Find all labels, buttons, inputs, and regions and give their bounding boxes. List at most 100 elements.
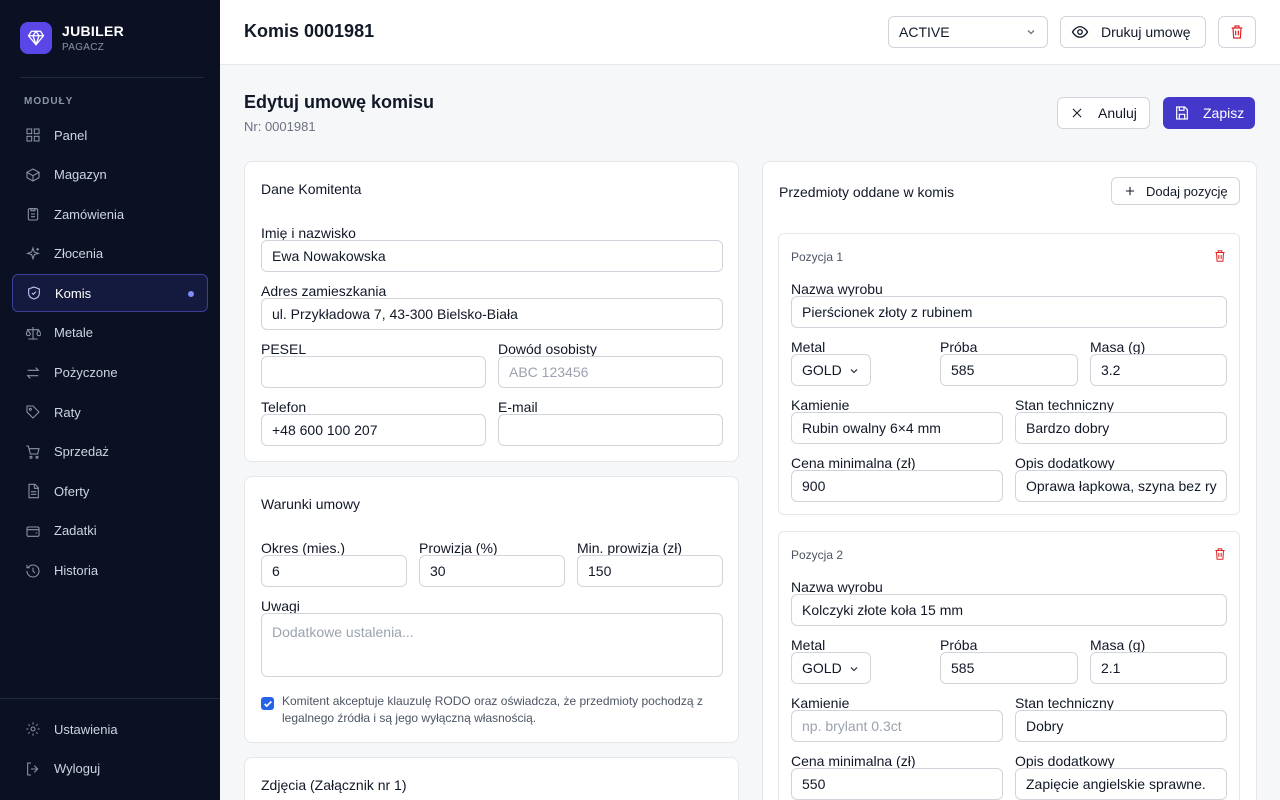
delete-item-button[interactable] xyxy=(1213,547,1227,566)
id-card-label: Dowód osobisty xyxy=(498,341,597,357)
active-indicator-dot xyxy=(188,291,194,298)
metal-select[interactable]: GOLD xyxy=(791,652,871,684)
sidebar-item-zamowienia[interactable]: Zamówienia xyxy=(12,195,208,233)
sidebar-item-oferty[interactable]: Oferty xyxy=(12,472,208,510)
sidebar-item-raty[interactable]: Raty xyxy=(12,393,208,431)
shield-icon xyxy=(28,286,40,300)
email-label: E-mail xyxy=(498,399,538,415)
history-icon xyxy=(26,563,40,578)
delete-item-button[interactable] xyxy=(1213,249,1227,268)
photos-card-title: Zdjęcia (Załącznik nr 1) xyxy=(261,777,407,793)
sidebar-item-sprzedaz[interactable]: Sprzedaż xyxy=(12,433,208,471)
sidebar-nav: Panel Magazyn Zamówienia Złocenia Komis … xyxy=(12,116,208,591)
min-price-field[interactable] xyxy=(791,470,1003,502)
page-title: Edytuj umowę komisu xyxy=(244,92,435,112)
sidebar-divider xyxy=(20,77,204,78)
logout-icon xyxy=(27,762,39,776)
sidebar-item-metale[interactable]: Metale xyxy=(12,314,208,352)
print-contract-button[interactable]: Drukuj umowę xyxy=(1060,16,1206,48)
sidebar-item-label: Historia xyxy=(54,563,99,579)
sidebar-item-label: Magazyn xyxy=(54,167,107,183)
terms-card: Warunki umowy Okres (mies.) Prowizja (%)… xyxy=(244,476,739,743)
chevron-down-icon xyxy=(850,369,858,374)
min-commission-field[interactable] xyxy=(577,555,723,587)
tag-icon xyxy=(26,405,40,419)
sidebar-item-komis[interactable]: Komis xyxy=(12,274,208,313)
document-icon xyxy=(28,484,39,499)
period-field[interactable] xyxy=(261,555,407,587)
brand-name: JUBILER xyxy=(62,23,124,39)
sidebar-item-label: Zadatki xyxy=(54,523,97,539)
extra-description-field[interactable] xyxy=(1015,768,1227,800)
sidebar-item-label: Wyloguj xyxy=(54,761,101,777)
sidebar-item-historia[interactable]: Historia xyxy=(12,552,208,590)
wallet-icon xyxy=(26,526,40,537)
notes-textarea[interactable] xyxy=(261,613,723,677)
save-icon xyxy=(1176,106,1188,120)
item-name-field[interactable] xyxy=(791,594,1227,626)
mass-field[interactable] xyxy=(1090,652,1227,684)
consent-line-1: Komitent akceptuje klauzulę RODO oraz oś… xyxy=(282,694,703,708)
commission-field[interactable] xyxy=(419,555,565,587)
sidebar-item-zlocenia[interactable]: Złocenia xyxy=(12,235,208,273)
save-button[interactable]: Zapisz xyxy=(1163,97,1255,129)
mass-label: Masa (g) xyxy=(1090,339,1146,355)
item-card: Pozycja 1 Nazwa wyrobu Metal GOLD Próba … xyxy=(778,233,1240,515)
add-item-button[interactable]: Dodaj pozycję xyxy=(1111,177,1240,205)
delete-button[interactable] xyxy=(1218,16,1256,48)
address-field[interactable] xyxy=(261,298,723,330)
mass-field[interactable] xyxy=(1090,354,1227,386)
close-icon xyxy=(1072,108,1082,118)
save-label: Zapisz xyxy=(1203,105,1245,121)
photos-card: Zdjęcia (Załącznik nr 1) xyxy=(244,757,739,800)
gear-icon xyxy=(26,722,40,736)
pesel-field[interactable] xyxy=(261,356,486,388)
email-field[interactable] xyxy=(498,414,723,446)
condition-field[interactable] xyxy=(1015,710,1227,742)
min-price-label: Cena minimalna (zł) xyxy=(791,455,916,471)
sidebar-item-pozyczone[interactable]: Pożyczone xyxy=(12,354,208,392)
min-price-field[interactable] xyxy=(791,768,1003,800)
metal-select[interactable]: GOLD xyxy=(791,354,871,386)
name-field[interactable] xyxy=(261,240,723,272)
sidebar-item-ustawienia[interactable]: Ustawienia xyxy=(12,710,208,748)
item-name-field[interactable] xyxy=(791,296,1227,328)
metal-select-value: GOLD xyxy=(802,362,842,378)
chevron-down-icon xyxy=(850,667,858,672)
id-card-field[interactable] xyxy=(498,356,723,388)
sidebar-item-label: Komis xyxy=(55,285,92,301)
sidebar-item-label: Oferty xyxy=(54,483,90,499)
sidebar-item-panel[interactable]: Panel xyxy=(12,116,208,154)
sidebar-item-zadatki[interactable]: Zadatki xyxy=(12,512,208,550)
assay-field[interactable] xyxy=(940,652,1078,684)
stones-field[interactable] xyxy=(791,710,1003,742)
brand: JUBILER PAGACZ xyxy=(20,22,124,54)
stones-label: Kamienie xyxy=(791,397,850,413)
cancel-label: Anuluj xyxy=(1098,105,1137,121)
condition-field[interactable] xyxy=(1015,412,1227,444)
phone-field[interactable] xyxy=(261,414,486,446)
assay-label: Próba xyxy=(940,637,978,653)
item-card: Pozycja 2 Nazwa wyrobu Metal GOLD Próba … xyxy=(778,531,1240,800)
consent-checkbox[interactable] xyxy=(261,697,274,710)
item-position-label: Pozycja 2 xyxy=(791,548,844,562)
pesel-label: PESEL xyxy=(261,341,307,357)
assay-field[interactable] xyxy=(940,354,1078,386)
notes-label: Uwagi xyxy=(261,598,300,614)
status-select[interactable]: ACTIVE xyxy=(888,16,1048,48)
condition-label: Stan techniczny xyxy=(1015,397,1114,413)
print-contract-label: Drukuj umowę xyxy=(1101,24,1191,40)
sidebar-item-magazyn[interactable]: Magazyn xyxy=(12,156,208,194)
terms-card-title: Warunki umowy xyxy=(261,496,361,512)
item-name-label: Nazwa wyrobu xyxy=(791,579,883,595)
sidebar-item-label: Metale xyxy=(54,325,94,341)
stones-field[interactable] xyxy=(791,412,1003,444)
cancel-button[interactable]: Anuluj xyxy=(1057,97,1150,129)
sidebar-item-label: Zamówienia xyxy=(54,206,125,222)
sidebar-item-wyloguj[interactable]: Wyloguj xyxy=(12,750,208,788)
trash-icon xyxy=(1215,250,1225,262)
extra-description-field[interactable] xyxy=(1015,470,1227,502)
sidebar-item-label: Złocenia xyxy=(54,246,104,262)
client-card: Dane Komitenta Imię i nazwisko Adres zam… xyxy=(244,161,739,462)
box-icon xyxy=(25,167,41,182)
